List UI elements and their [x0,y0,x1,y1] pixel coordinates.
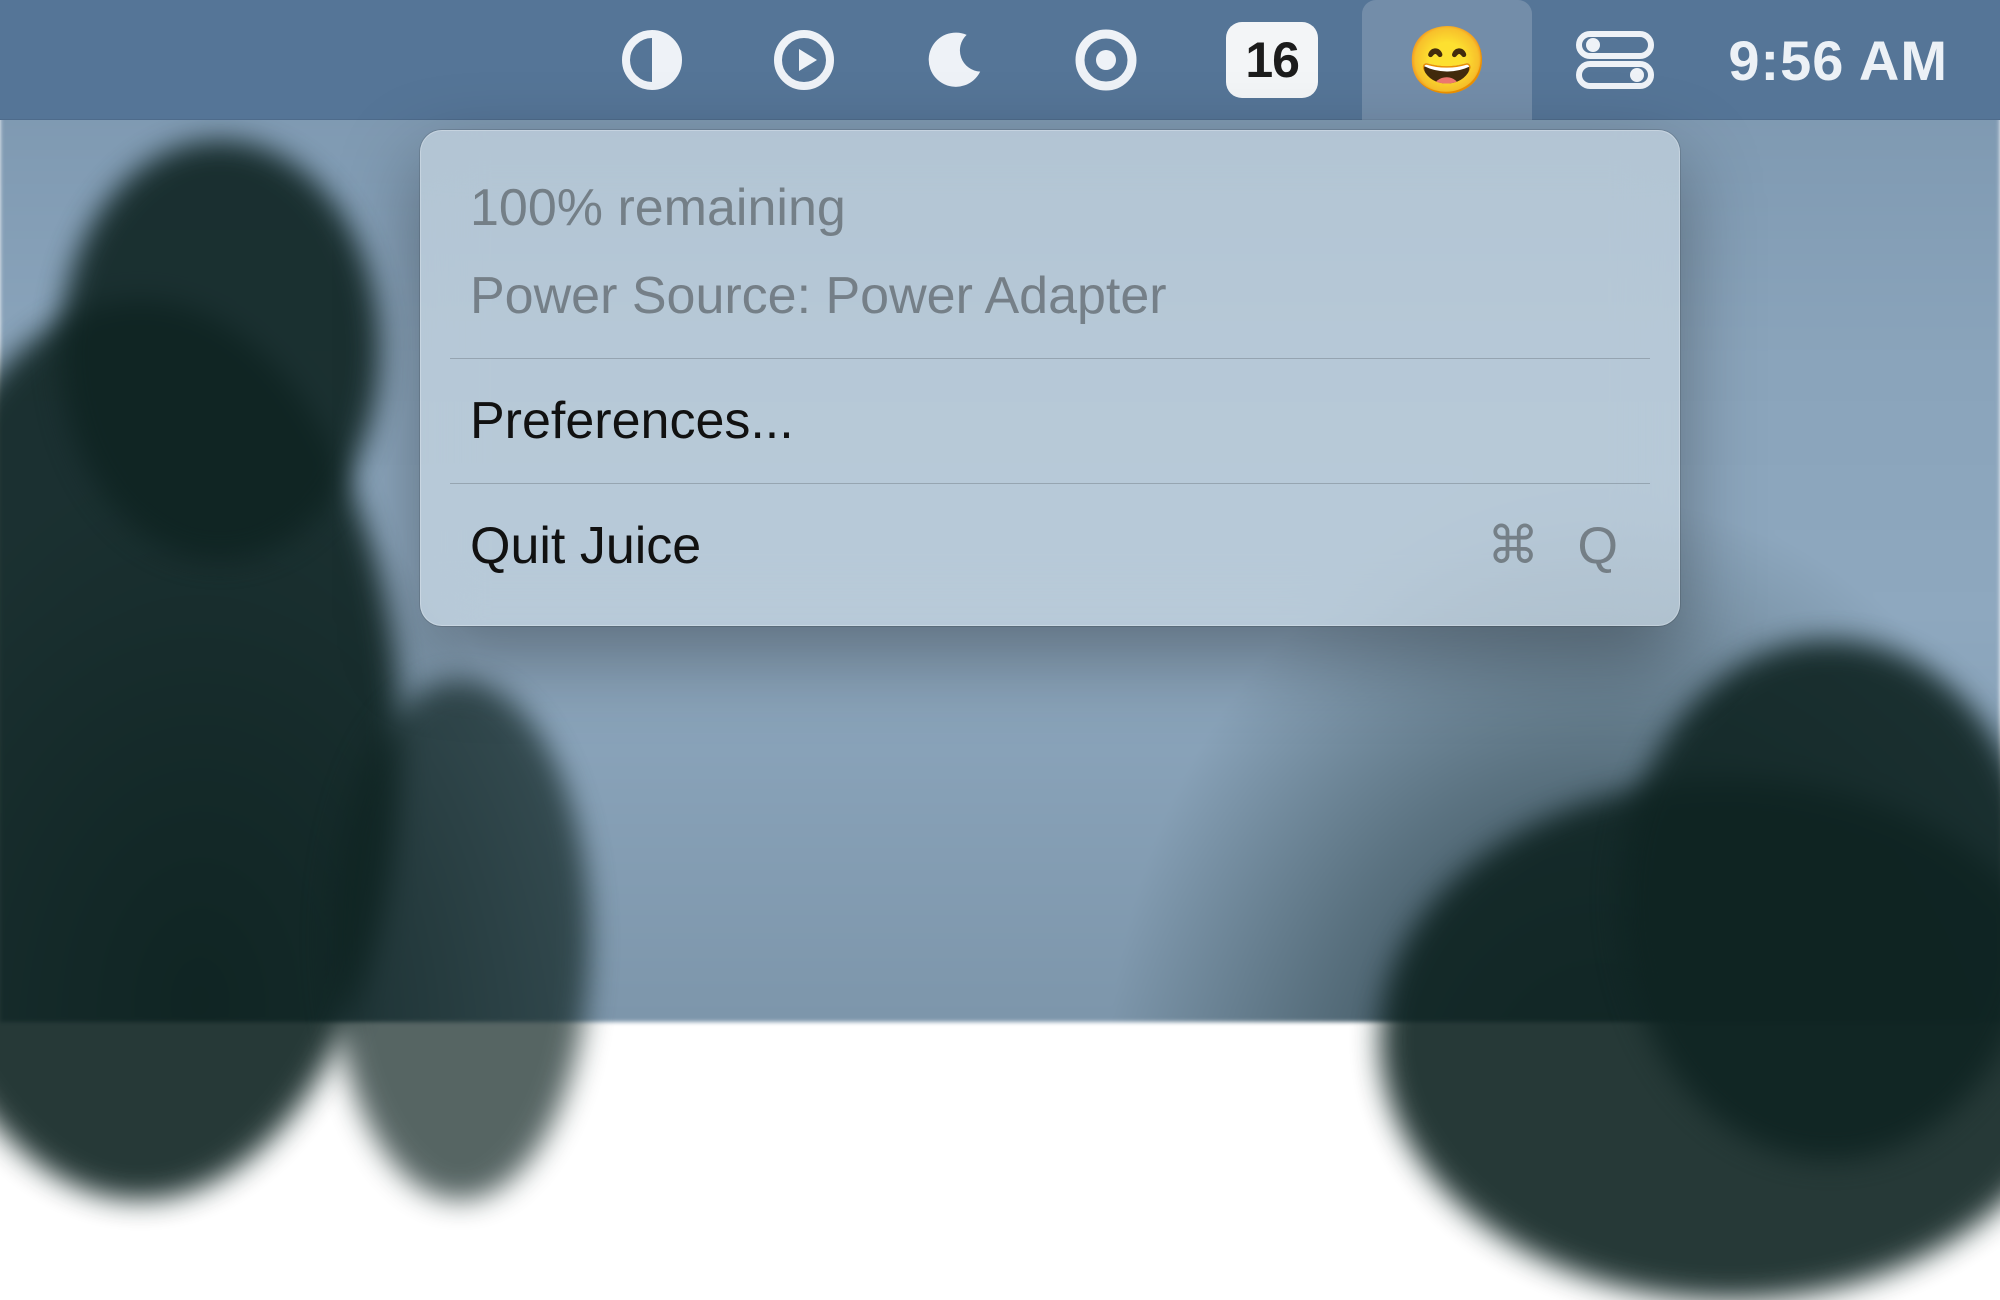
status-power-source-text: Power Source: Power Adapter [470,266,1167,326]
control-center-icon [1576,30,1654,90]
menu-item-preferences[interactable]: Preferences... [420,377,1680,465]
juice-dropdown-menu: 100% remaining Power Source: Power Adapt… [420,130,1680,626]
quit-shortcut: ⌘ Q [1487,516,1630,576]
record-circle-icon [1074,28,1138,92]
menu-item-quit[interactable]: Quit Juice ⌘ Q [420,502,1680,590]
moon-icon [924,29,986,91]
menubar-item-control-center[interactable] [1532,0,1698,120]
menubar-item-play[interactable] [728,0,880,120]
play-circle-icon [772,28,836,92]
menubar-item-calendar[interactable]: 16 [1182,0,1362,120]
menu-separator [450,358,1650,359]
calendar-day: 16 [1245,31,1299,89]
menu-separator [450,483,1650,484]
menubar-clock[interactable]: 9:56 AM [1698,0,1958,120]
menubar-item-do-not-disturb[interactable] [880,0,1030,120]
juice-emoji-icon: 😄 [1406,27,1488,93]
display-half-icon [620,28,684,92]
menu-status-power-source: Power Source: Power Adapter [420,252,1680,340]
quit-label: Quit Juice [470,516,701,576]
menubar-item-record[interactable] [1030,0,1182,120]
menubar: 16 😄 9:56 AM [0,0,2000,120]
menu-status-remaining: 100% remaining [420,164,1680,252]
status-remaining-text: 100% remaining [470,178,846,238]
menubar-item-display[interactable] [576,0,728,120]
clock-text: 9:56 AM [1728,28,1948,93]
preferences-label: Preferences... [470,391,794,451]
calendar-icon: 16 [1226,22,1318,98]
menubar-item-juice[interactable]: 😄 [1362,0,1532,120]
